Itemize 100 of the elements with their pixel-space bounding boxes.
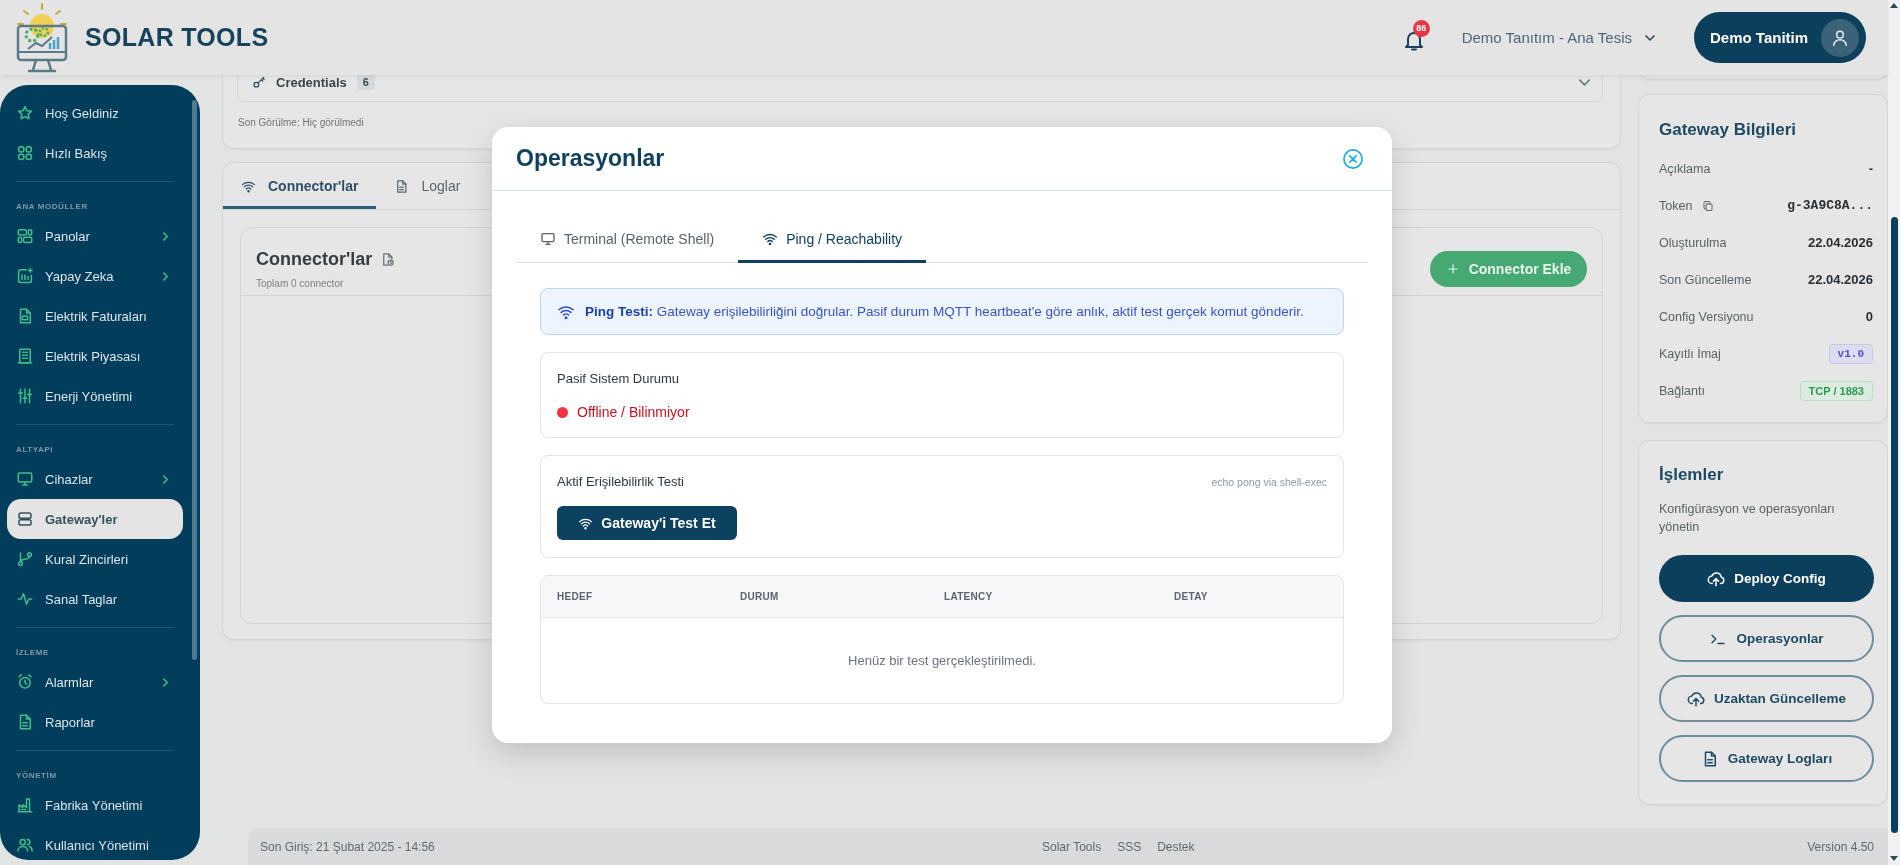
sidebar-item[interactable]: Enerji Yönetimi (7, 376, 183, 416)
plus-icon (1445, 262, 1460, 276)
server-icon (16, 510, 34, 528)
card-title: İşlemler (1659, 465, 1725, 485)
nav-section-title: İZLEME (16, 647, 50, 659)
credentials-panel[interactable]: Credentials 6 (237, 75, 1603, 102)
footer-link[interactable]: Destek (1157, 839, 1195, 854)
info-label: Son Güncelleme (1659, 272, 1752, 287)
sidebar-item[interactable]: Kural Zincirleri (7, 539, 183, 579)
version-text: Version 4.50 (1807, 839, 1874, 854)
sidebar-item[interactable]: Fabrika Yönetimi (7, 785, 183, 825)
column-header: DETAY (1174, 591, 1209, 602)
sidebar-item[interactable]: Panolar (7, 216, 183, 256)
wifi-icon (762, 231, 779, 247)
info-value: 22.04.2026 (1807, 235, 1873, 250)
monitor-icon (540, 230, 556, 247)
users-icon (16, 836, 34, 854)
scroll-down-icon[interactable] (1890, 856, 1898, 861)
sidebar-scrollbar-thumb[interactable] (192, 100, 197, 660)
chevron-down-icon (1579, 78, 1590, 86)
info-label: Oluşturulma (1659, 235, 1727, 250)
info-label: Açıklama (1659, 161, 1711, 176)
last-seen-text: Son Görülme: Hiç görülmedi (237, 117, 365, 129)
footer-link[interactable]: SSS (1117, 839, 1142, 854)
user-avatar-icon (1821, 18, 1859, 57)
notification-count: 86 (1412, 19, 1430, 37)
sidebar-item[interactable]: Elektrik Faturaları (7, 296, 183, 336)
connection-badge: TCP / 1883 (1799, 380, 1873, 401)
action-button[interactable]: Uzaktan Güncelleme (1659, 675, 1874, 722)
alarm-clock-icon (16, 673, 34, 691)
star-icon (16, 104, 34, 122)
dashboard-icon (16, 227, 34, 245)
factory-icon (16, 796, 34, 814)
sidebar-item[interactable]: Gateway'ler (7, 499, 183, 539)
action-button[interactable]: Operasyonlar (1659, 615, 1874, 662)
version-badge: v1.0 (1828, 343, 1873, 364)
notification-button[interactable]: 86 (1401, 22, 1428, 53)
action-button[interactable]: Gateway Logları (1659, 735, 1874, 782)
nav-section-title: ALTYAPI (16, 444, 55, 456)
status-text: Offline / Bilinmiyor (577, 404, 690, 420)
copy-icon[interactable] (1702, 199, 1715, 212)
scrollbar-track[interactable] (1888, 0, 1900, 865)
pulse-icon (16, 590, 34, 608)
tab[interactable]: Ping / Reachability (738, 215, 927, 263)
column-header: DURUM (740, 591, 780, 602)
monitor-icon (16, 470, 34, 488)
last-login-text: Son Giriş: 21 Şubat 2025 - 14:56 (260, 839, 436, 854)
sidebar-item[interactable]: Alarmlar (7, 662, 183, 702)
sidebar-item[interactable]: Raporlar (7, 702, 183, 742)
info-label: Bağlantı (1659, 383, 1705, 398)
action-button[interactable]: Deploy Config (1659, 555, 1874, 602)
panel-title: Connector'lar (256, 248, 373, 270)
scroll-up-icon[interactable] (1890, 3, 1898, 8)
credentials-label: Credentials (276, 75, 347, 90)
branch-icon (16, 550, 34, 568)
grid-icon (16, 144, 34, 162)
panel-subtitle: Toplam 0 connector (256, 278, 345, 290)
nav-section-title: YÖNETİM (16, 770, 58, 782)
sidebar-item[interactable]: Yapay Zeka (7, 256, 183, 296)
test-gateway-button[interactable]: Gateway'i Test Et (557, 506, 737, 540)
panel-hint: echo pong via shell-exec (1211, 476, 1327, 488)
tab[interactable]: Loglar (376, 163, 479, 209)
sidebar-item[interactable]: Kullanıcı Yönetimi (7, 825, 183, 860)
info-value: 22.04.2026 (1807, 272, 1873, 287)
info-label: Config Versiyonu (1659, 309, 1754, 324)
card-description: Konfigürasyon ve operasyonları yönetin (1659, 501, 1836, 536)
tab[interactable]: Connector'lar (223, 163, 377, 209)
cloud-upload-icon (1686, 689, 1705, 708)
info-text: Ping Testi: Gateway erişilebilirliğini doğrular. Pasif durum MQTT heartbeat'e göre anlık, aktif test gerçek komut gönderir. (585, 304, 1304, 319)
sparkle-frame-icon (16, 267, 34, 285)
info-label: Token (1659, 198, 1693, 213)
document-icon (394, 178, 410, 194)
building-icon (16, 347, 34, 365)
card-title: Gateway Bilgileri (1659, 120, 1797, 140)
panel-title: Pasif Sistem Durumu (557, 371, 681, 387)
sidebar-item[interactable]: Sanal Taglar (7, 579, 183, 619)
sidebar-item[interactable]: Hızlı Bakış (7, 133, 183, 173)
sidebar-item[interactable]: Hoş Geldiniz (7, 93, 183, 133)
facility-selector[interactable]: Demo Tanıtım - Ana Tesis (1461, 29, 1658, 46)
close-icon[interactable] (1343, 148, 1363, 169)
sidebar-item[interactable]: Cihazlar (7, 459, 183, 499)
nav-section-title: ANA MODÜLLER (16, 201, 89, 213)
footer-link[interactable]: Solar Tools (1042, 839, 1102, 854)
info-label: Kayıtlı İmaj (1659, 346, 1721, 361)
credentials-count: 6 (356, 75, 375, 90)
cloud-upload-icon (1707, 569, 1726, 588)
token-value: g-3A9C8A... (1787, 198, 1873, 213)
tab[interactable]: Terminal (Remote Shell) (516, 215, 739, 262)
panel-title: Aktif Erişilebilirlik Testi (557, 474, 684, 490)
sidebar-item[interactable]: Elektrik Piyasası (7, 336, 183, 376)
scrollbar-thumb[interactable] (1890, 217, 1898, 833)
key-icon (252, 75, 266, 89)
column-header: LATENCY (944, 591, 994, 602)
app-title: SOLAR TOOLS (85, 23, 269, 52)
file-clock-icon (380, 251, 396, 267)
sliders-icon (16, 387, 34, 405)
info-value: - (1868, 161, 1873, 176)
column-header: HEDEF (557, 591, 594, 602)
user-menu-button[interactable]: Demo Tanitim (1694, 12, 1866, 63)
dialog-title: Operasyonlar (516, 145, 665, 172)
